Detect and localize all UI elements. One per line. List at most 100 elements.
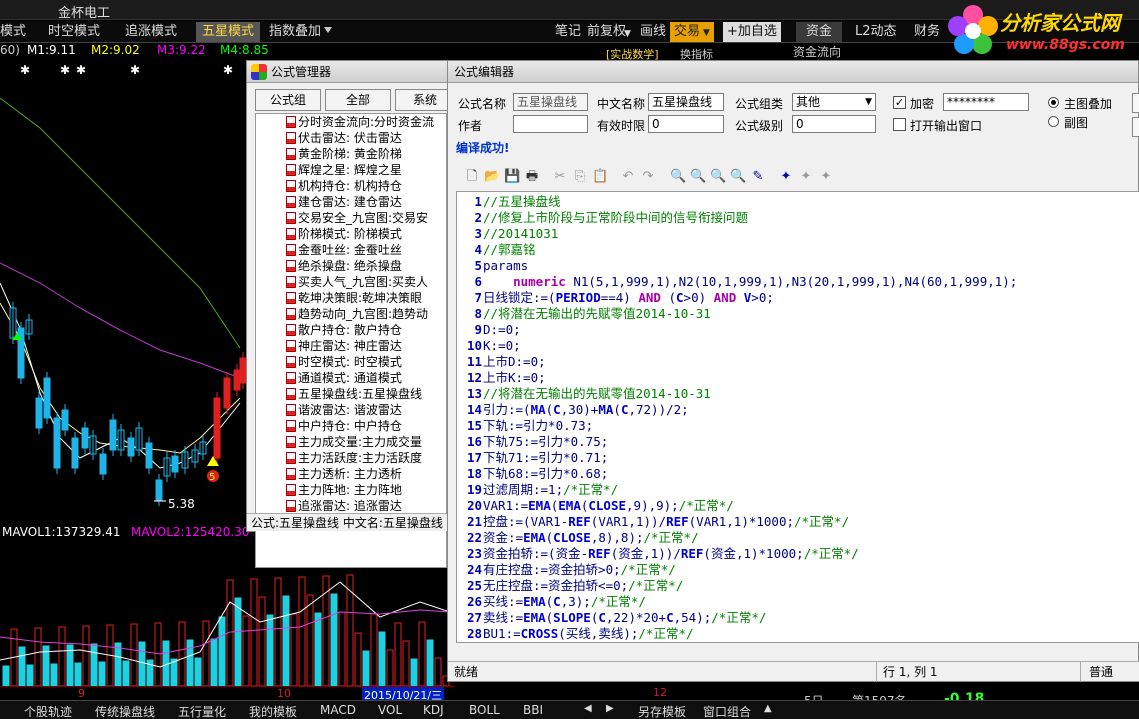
tab-chase-mode[interactable]: 追涨模式 bbox=[119, 22, 183, 42]
code-line[interactable]: 27卖线:=EMA(SLOPE(C,22)*20+C,54);/*正常*/ bbox=[457, 610, 1139, 626]
formula-list-item[interactable]: 阶梯模式: 阶梯模式 bbox=[256, 226, 446, 242]
formula-list-item[interactable]: 建仓雷达: 建仓雷达 bbox=[256, 194, 446, 210]
code-line[interactable]: 22资金:=EMA(CLOSE,8),8);/*正常*/ bbox=[457, 530, 1139, 546]
code-line[interactable]: 17下轨71:=引力*0.71; bbox=[457, 450, 1139, 466]
tab-bbi[interactable]: BBI bbox=[523, 703, 543, 717]
formula-list-item[interactable]: 时空模式: 时空模式 bbox=[256, 354, 446, 370]
chevron-right-icon[interactable]: ▶ bbox=[606, 703, 614, 714]
code-line[interactable]: 1//五星操盘线 bbox=[457, 194, 1139, 210]
formula-list-item[interactable]: 谐波雷达: 谐波雷达 bbox=[256, 402, 446, 418]
code-line[interactable]: 12上市K:=0; bbox=[457, 370, 1139, 386]
formula-list-item[interactable]: 交易安全_九宫图:交易安 bbox=[256, 210, 446, 226]
code-line[interactable]: 15下轨:=引力*0.73; bbox=[457, 418, 1139, 434]
level-field[interactable]: 0 bbox=[792, 115, 876, 133]
tab-fund[interactable]: 资金 bbox=[796, 22, 843, 42]
code-line[interactable]: 8//将潜在无输出的先赋零值2014-10-31 bbox=[457, 306, 1139, 322]
wand2-icon[interactable]: ✦ bbox=[798, 169, 814, 185]
draw-line-button[interactable]: 画线 bbox=[640, 22, 666, 42]
code-line[interactable]: 13//将潜在无输出的先赋零值2014-10-31 bbox=[457, 386, 1139, 402]
tab-kdj[interactable]: KDJ bbox=[423, 703, 444, 717]
formula-list-item[interactable]: 神庄雷达: 神庄雷达 bbox=[256, 338, 446, 354]
undo-icon[interactable]: ↶ bbox=[620, 169, 636, 185]
code-line[interactable]: 21控盘:=(VAR1-REF(VAR1,1))/REF(VAR1,1)*100… bbox=[457, 514, 1139, 530]
formula-list-item[interactable]: 追涨雷达: 追涨雷达 bbox=[256, 498, 446, 514]
tab-formula-group[interactable]: 公式组 bbox=[255, 89, 321, 111]
formula-list-item[interactable]: 散户持仓: 散户持仓 bbox=[256, 322, 446, 338]
code-line[interactable]: 20VAR1:=EMA(EMA(CLOSE,9),9);/*正常*/ bbox=[457, 498, 1139, 514]
code-line[interactable]: 24有庄控盘:=资金拍轿>0;/*正常*/ bbox=[457, 562, 1139, 578]
code-line[interactable]: 11上市D:=0; bbox=[457, 354, 1139, 370]
group-select[interactable]: 其他 ▼ bbox=[792, 93, 876, 111]
code-line[interactable]: 9D:=0; bbox=[457, 322, 1139, 338]
notes-button[interactable]: 笔记 bbox=[555, 22, 581, 42]
chevron-left-icon[interactable]: ◀ bbox=[584, 703, 592, 714]
save-template-button[interactable]: 另存模板 bbox=[638, 703, 686, 719]
code-editor[interactable]: 1//五星操盘线 2//修复上市阶段与正常阶段中间的信号衔接问题 3//201410… bbox=[456, 191, 1139, 643]
main-overlay-radio[interactable] bbox=[1048, 97, 1059, 108]
tab-macd[interactable]: MACD bbox=[320, 703, 356, 717]
side-button[interactable] bbox=[1132, 117, 1139, 137]
encrypt-checkbox[interactable]: ✓ bbox=[893, 96, 906, 109]
formula-list-item[interactable]: 主力透析: 主力透析 bbox=[256, 466, 446, 482]
code-line[interactable]: 2//修复上市阶段与正常阶段中间的信号衔接问题 bbox=[457, 210, 1139, 226]
code-line[interactable]: 4//郭嘉铭 bbox=[457, 242, 1139, 258]
editor-title-bar[interactable]: 公式编辑器 bbox=[448, 61, 1138, 83]
formula-list-item[interactable]: 辉煌之星: 辉煌之星 bbox=[256, 162, 446, 178]
password-field[interactable]: ******** bbox=[943, 93, 1029, 111]
tab-five-element[interactable]: 五行量化 bbox=[178, 703, 226, 719]
valid-period-field[interactable]: 0 bbox=[648, 115, 724, 133]
tab-stock-trail[interactable]: 个股轨迹 bbox=[24, 703, 72, 719]
add-watchlist-button[interactable]: +加自选 bbox=[723, 22, 781, 42]
tab-boll[interactable]: BOLL bbox=[469, 703, 500, 717]
formula-list-item[interactable]: 主力活跃度:主力活跃度 bbox=[256, 450, 446, 466]
wand-icon[interactable]: ✦ bbox=[778, 169, 794, 185]
formula-list-item[interactable]: 中户持仓: 中户持仓 bbox=[256, 418, 446, 434]
output-window-checkbox[interactable] bbox=[893, 118, 906, 131]
tab-all[interactable]: 全部 bbox=[325, 89, 391, 111]
code-line[interactable]: 3//20141031 bbox=[457, 226, 1139, 242]
open-folder-icon[interactable]: 📂 bbox=[484, 169, 500, 185]
save-icon[interactable]: 💾 bbox=[504, 169, 520, 185]
formula-list-item[interactable]: 黄金阶梯: 黄金阶梯 bbox=[256, 146, 446, 162]
tab-finance[interactable]: 财务 bbox=[914, 22, 940, 42]
author-field[interactable] bbox=[513, 115, 588, 133]
tab-mode[interactable]: 模式 bbox=[0, 22, 32, 42]
code-line[interactable]: 10K:=0; bbox=[457, 338, 1139, 354]
cn-name-field[interactable]: 五星操盘线 bbox=[648, 93, 724, 111]
chevron-down-icon[interactable]: ▼ bbox=[624, 24, 631, 44]
code-line[interactable]: 26买线:=EMA(C,3);/*正常*/ bbox=[457, 594, 1139, 610]
tab-traditional-line[interactable]: 传统操盘线 bbox=[95, 703, 155, 719]
window-combo-button[interactable]: 窗口组合 bbox=[703, 703, 751, 719]
formula-list-item[interactable]: 乾坤决策眼:乾坤决策眼 bbox=[256, 290, 446, 306]
formula-list-item[interactable]: 金蚕吐丝: 金蚕吐丝 bbox=[256, 242, 446, 258]
side-button[interactable] bbox=[1132, 93, 1139, 113]
print-icon[interactable]: 🖶 bbox=[524, 169, 540, 185]
code-line[interactable]: 16下轨75:=引力*0.75; bbox=[457, 434, 1139, 450]
tab-l2-dynamic[interactable]: L2动态 bbox=[855, 22, 897, 42]
marker-icon[interactable]: ✎ bbox=[750, 169, 766, 185]
formula-list-item[interactable]: 分时资金流向:分时资金流 bbox=[256, 114, 446, 130]
tab-time-space-mode[interactable]: 时空模式 bbox=[42, 22, 106, 42]
formula-list-item[interactable]: 机构持仓: 机构持仓 bbox=[256, 178, 446, 194]
adjust-button[interactable]: 前复权 bbox=[587, 22, 626, 42]
formula-list-item[interactable]: 伏击雷达: 伏击雷达 bbox=[256, 130, 446, 146]
tab-vol[interactable]: VOL bbox=[378, 703, 402, 717]
code-line[interactable]: 19过滤周期:=1;/*正常*/ bbox=[457, 482, 1139, 498]
code-line[interactable]: 28BU1:=CROSS(买线,卖线);/*正常*/ bbox=[457, 626, 1139, 642]
new-file-icon[interactable]: 🗋 bbox=[464, 169, 480, 185]
tab-five-star-mode[interactable]: 五星模式 bbox=[196, 22, 261, 42]
formula-list-item[interactable]: 通道模式: 通道模式 bbox=[256, 370, 446, 386]
code-line[interactable]: 14引力:=(MA(C,30)+MA(C,72))/2; bbox=[457, 402, 1139, 418]
code-line[interactable]: 23资金拍轿:=(资金-REF(资金,1))/REF(资金,1)*1000;/*… bbox=[457, 546, 1139, 562]
formula-list-item[interactable]: 买卖人气_九宫图:买卖人 bbox=[256, 274, 446, 290]
replace-icon[interactable]: 🔍 bbox=[710, 169, 726, 185]
find-next-icon[interactable]: 🔍 bbox=[690, 169, 706, 185]
redo-icon[interactable]: ↷ bbox=[640, 169, 656, 185]
code-line[interactable]: 5params bbox=[457, 258, 1139, 274]
chevron-down-icon[interactable] bbox=[324, 27, 332, 33]
cut-icon[interactable]: ✂ bbox=[552, 169, 568, 185]
chevron-up-icon[interactable]: ▲ bbox=[764, 703, 772, 714]
candlestick-chart[interactable]: ✱ ✱ ✱ ✱ ✱ 5.38 5 bbox=[0, 58, 248, 522]
trade-button[interactable]: 交易 ▼ bbox=[670, 22, 714, 42]
code-line[interactable]: 25无庄控盘:=资金拍轿<=0;/*正常*/ bbox=[457, 578, 1139, 594]
